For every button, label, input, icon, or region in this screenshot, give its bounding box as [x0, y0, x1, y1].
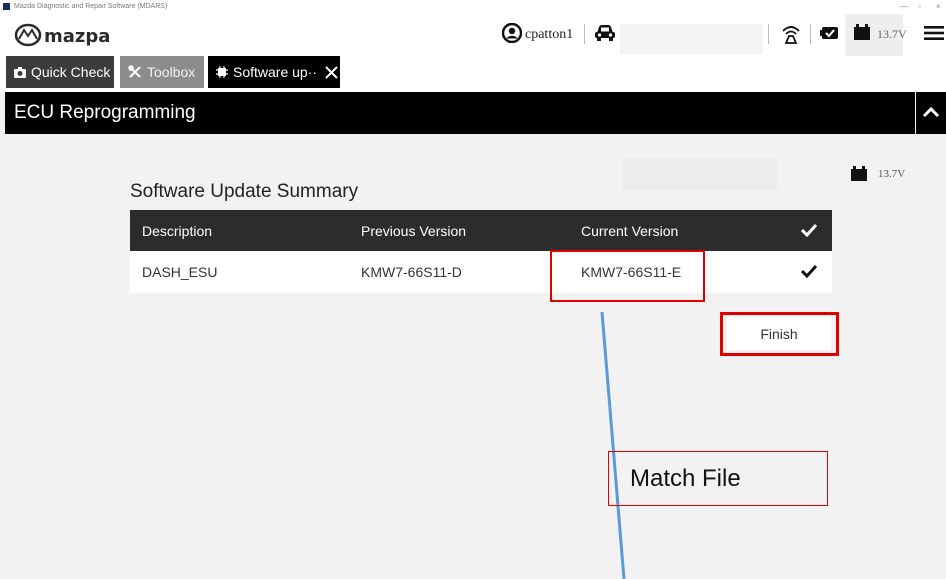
- match-file-label: Match File: [630, 465, 741, 492]
